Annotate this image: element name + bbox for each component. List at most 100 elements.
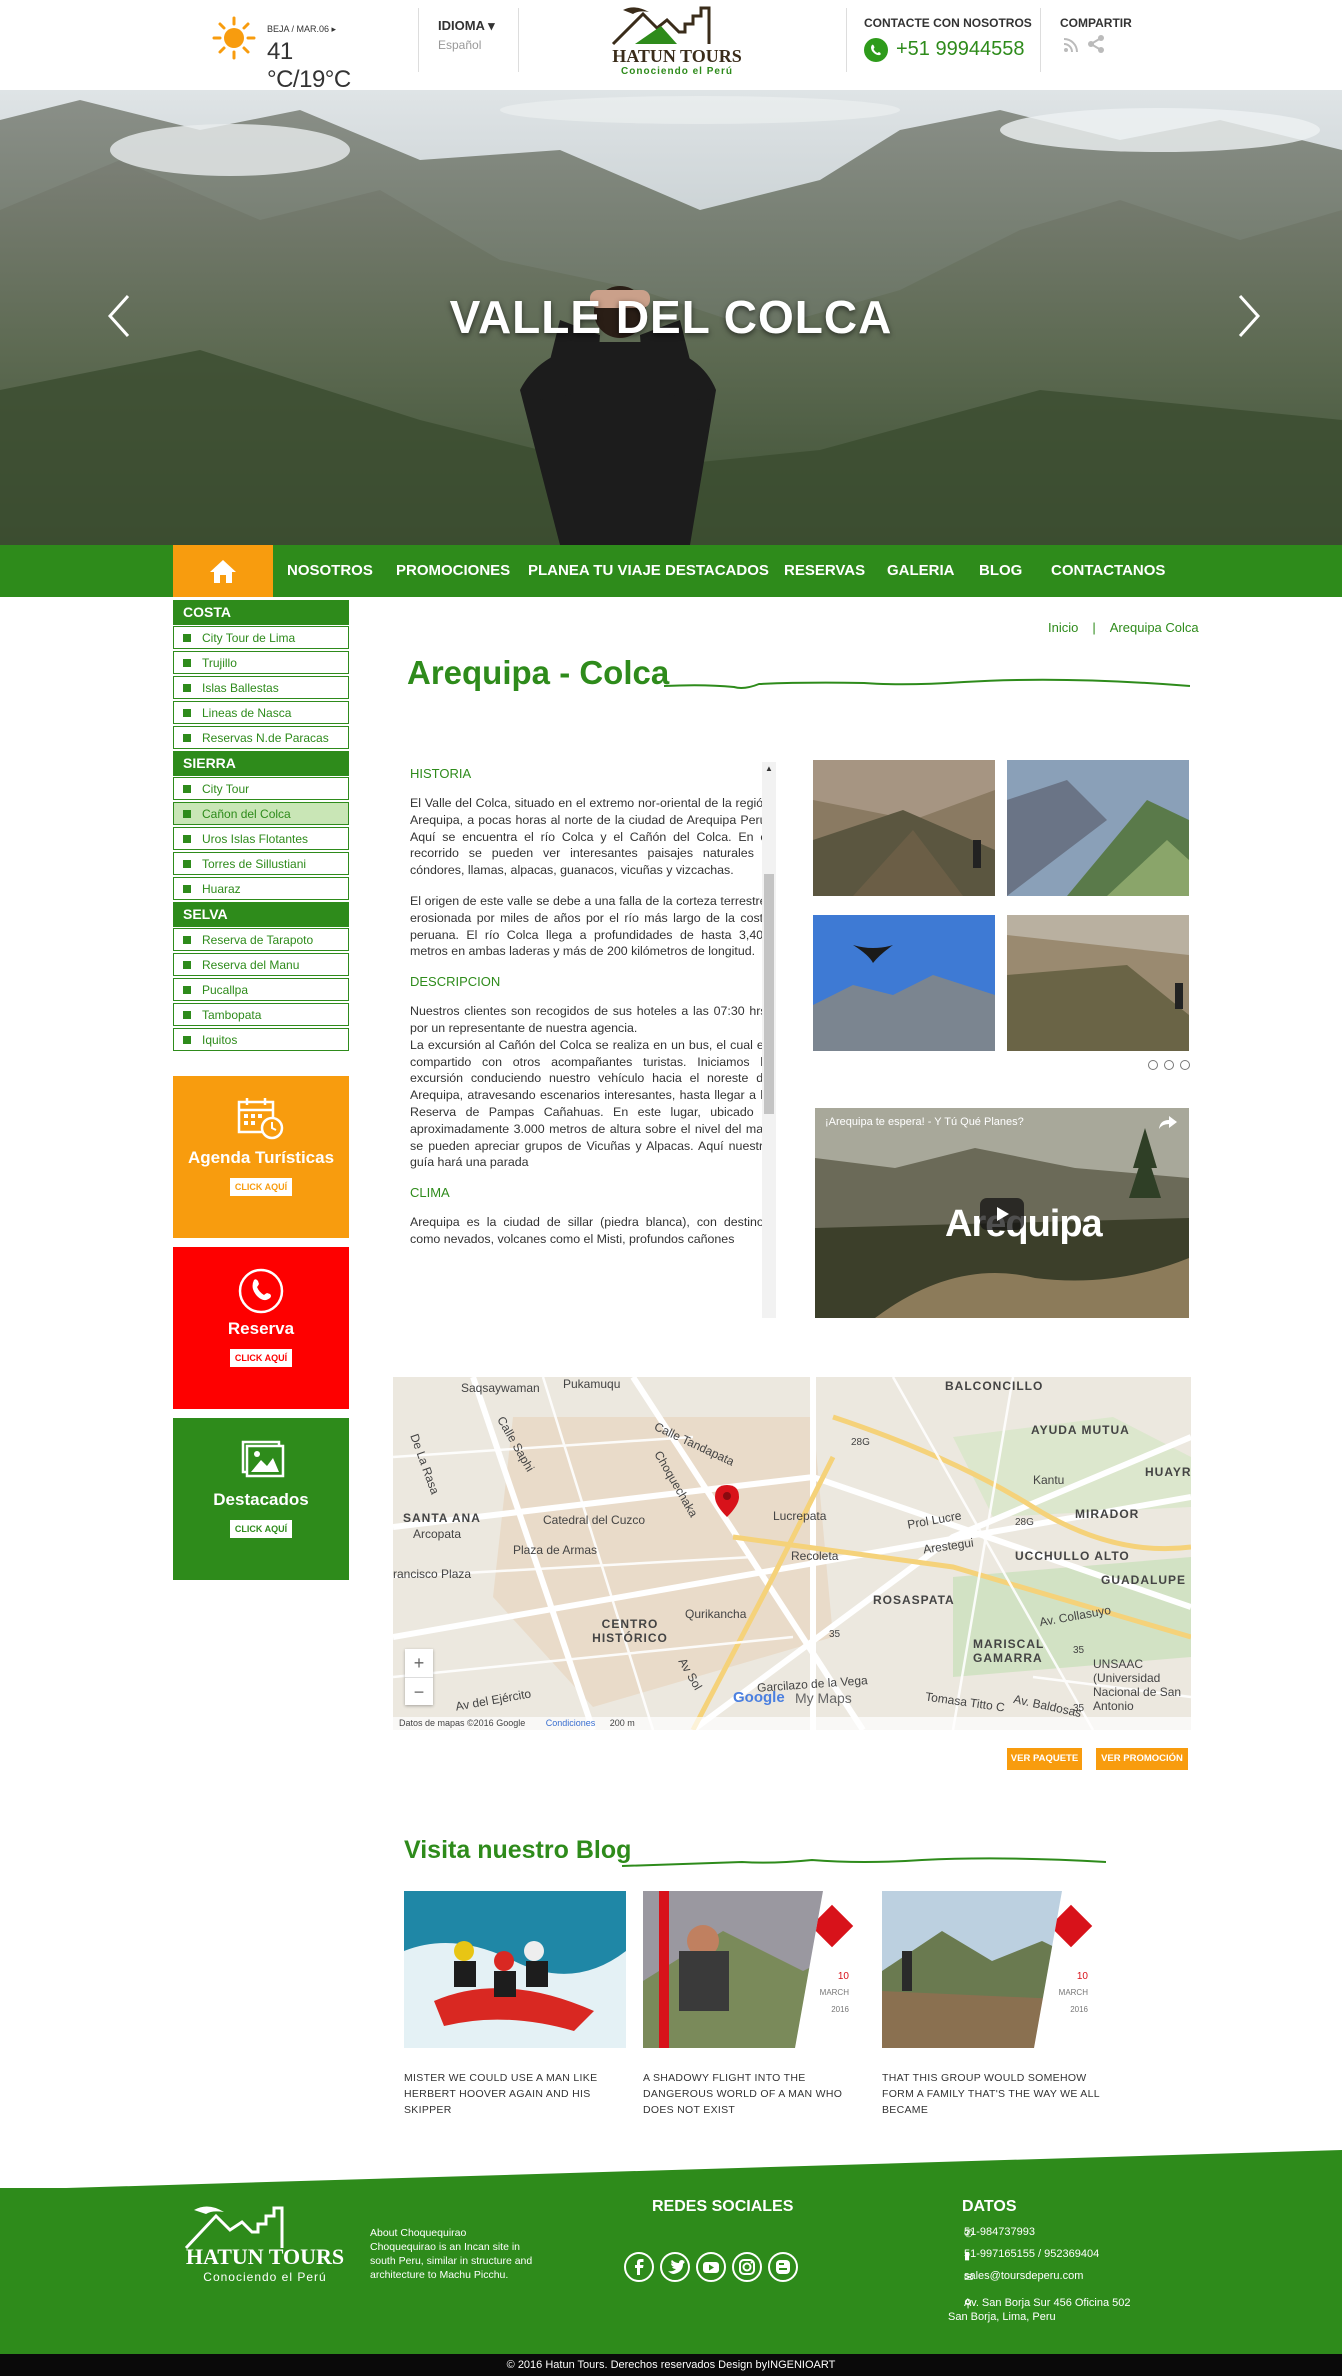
footer-phone: ✆ 51-984737993 (964, 2226, 1035, 2240)
sidebar-group-selva[interactable]: SELVA (173, 902, 349, 927)
blog-post-year: 2016 (1070, 2005, 1088, 2014)
video-player[interactable]: ¡Arequipa te espera! - Y Tú Qué Planes? … (815, 1108, 1189, 1318)
footer-data-title: DATOS (962, 2198, 1017, 2215)
gallery-thumbnail[interactable] (1007, 760, 1189, 896)
facebook-icon[interactable] (624, 2252, 654, 2282)
chevron-left-icon[interactable] (100, 286, 140, 346)
nav-item-blog[interactable]: BLOG (979, 545, 1022, 597)
nav-item-galeria[interactable]: GALERIA (887, 545, 955, 597)
weather-temperature: 41 °C/19°C (267, 38, 351, 93)
breadcrumb-home[interactable]: Inicio (1048, 620, 1078, 635)
map-terms-link[interactable]: Condiciones (546, 1718, 596, 1728)
contact-phone[interactable]: +51 99944558 (864, 36, 1034, 64)
youtube-icon[interactable] (696, 2252, 726, 2282)
share-icon[interactable] (1086, 34, 1106, 54)
sidebar-item[interactable]: Huaraz (173, 877, 349, 900)
bullet (183, 634, 191, 642)
bullet (183, 885, 191, 893)
sidebar-item-active[interactable]: Cañon del Colca (173, 802, 349, 825)
chevron-right-icon[interactable] (1228, 286, 1268, 346)
nav-item-nosotros[interactable]: NOSOTROS (287, 545, 373, 597)
promo-button[interactable]: CLICK AQUÍ (230, 1178, 292, 1196)
sidebar-item[interactable]: City Tour (173, 777, 349, 800)
pagination-dot[interactable] (1164, 1060, 1174, 1070)
map-label: ROSASPATA (873, 1593, 955, 1607)
scrollbar-thumb[interactable] (764, 874, 774, 1114)
blog-post-caption: A SHADOWY FLIGHT INTO THE DANGEROUS WORL… (643, 2072, 843, 2116)
share-arrow-icon[interactable] (1159, 1116, 1177, 1130)
nav-item-planea-tu-viaje[interactable]: PLANEA TU VIAJE (528, 545, 661, 597)
sidebar-item[interactable]: Torres de Sillustiani (173, 852, 349, 875)
nav-home[interactable] (173, 545, 273, 597)
play-icon[interactable] (980, 1198, 1024, 1230)
promo-destacados[interactable]: Destacados CLICK AQUÍ (173, 1418, 349, 1580)
gallery-thumbnail[interactable] (813, 915, 995, 1051)
sidebar-item[interactable]: Iquitos (173, 1028, 349, 1051)
share-block: COMPARTIR (1060, 16, 1132, 53)
gallery-thumbnail[interactable] (1007, 915, 1189, 1051)
map-pin-icon[interactable] (715, 1485, 739, 1517)
weather-widget: BEJA / MAR.06 ▸ 41 °C/19°C (212, 16, 372, 93)
share-label: COMPARTIR (1060, 16, 1132, 30)
blog-title: Visita nuestro Blog (404, 1836, 632, 1864)
zoom-out-button[interactable]: − (405, 1677, 433, 1705)
sidebar-item[interactable]: Reservas N.de Paracas (173, 726, 349, 749)
view-promotion-button[interactable]: VER PROMOCIÓN (1096, 1748, 1188, 1770)
promo-agenda[interactable]: Agenda Turísticas CLICK AQUÍ (173, 1076, 349, 1238)
sidebar-item[interactable]: Reserva de Tarapoto (173, 928, 349, 951)
blog-post[interactable]: 10 MARCH 2016 A SHADOWY FLIGHT INTO THE … (643, 1891, 865, 2118)
location-map[interactable]: Saqsaywaman Pukamuqu BALCONCILLO AYUDA M… (393, 1377, 1191, 1730)
sidebar-item[interactable]: Tambopata (173, 1003, 349, 1026)
bullet (183, 860, 191, 868)
contact-block: CONTACTE CON NOSOTROS +51 99944558 (864, 16, 1032, 62)
nav-item-reservas[interactable]: RESERVAS (784, 545, 865, 597)
bullet (183, 709, 191, 717)
twitter-icon[interactable] (660, 2252, 690, 2282)
scroll-up-icon[interactable]: ▲ (762, 762, 776, 776)
blogger-icon[interactable] (768, 2252, 798, 2282)
footer-email[interactable]: ✉ sales@toursdeperu.com (948, 2270, 1083, 2284)
divider (518, 8, 519, 72)
sidebar-item[interactable]: Lineas de Nasca (173, 701, 349, 724)
gallery-thumbnail[interactable] (813, 760, 995, 896)
nav-item-promociones[interactable]: PROMOCIONES (396, 545, 510, 597)
video-title: ¡Arequipa te espera! - Y Tú Qué Planes? (825, 1116, 1024, 1128)
promo-reserva[interactable]: Reserva CLICK AQUÍ (173, 1247, 349, 1409)
instagram-icon[interactable] (732, 2252, 762, 2282)
sidebar-group-costa[interactable]: COSTA (173, 600, 349, 625)
scrollbar[interactable]: ▲ (762, 762, 776, 1318)
nav-item-destacados[interactable]: DESTACADOS (665, 545, 769, 597)
map-scale: 200 m (609, 1718, 635, 1728)
language-selector[interactable]: IDIOMA ▾ Español (438, 18, 495, 52)
sidebar-item[interactable]: Pucallpa (173, 978, 349, 1001)
footer-logo-name: HATUN TOURS (185, 2244, 345, 2269)
promo-button[interactable]: CLICK AQUÍ (230, 1349, 292, 1367)
promo-button[interactable]: CLICK AQUÍ (230, 1520, 292, 1538)
sidebar-item[interactable]: Uros Islas Flotantes (173, 827, 349, 850)
share-icons (1060, 34, 1120, 58)
sidebar-group-sierra[interactable]: SIERRA (173, 751, 349, 776)
sidebar-item[interactable]: Islas Ballestas (173, 676, 349, 699)
copyright-bar: © 2016 Hatun Tours. Derechos reservados … (0, 2354, 1342, 2376)
sidebar-item[interactable]: City Tour de Lima (173, 626, 349, 649)
blog-post[interactable]: 10 MARCH 2016 THAT THIS GROUP WOULD SOME… (882, 1891, 1104, 2118)
rss-icon[interactable] (1062, 36, 1080, 54)
calendar-clock-icon (237, 1098, 284, 1140)
site-logo[interactable]: HATUN TOURS Conociendo el Perú (605, 4, 745, 82)
mobile-icon: ▮ (964, 2250, 971, 2262)
nav-item-contactanos[interactable]: CONTACTANOS (1051, 545, 1165, 597)
pagination-dot[interactable] (1148, 1060, 1158, 1070)
logo-tagline: Conociendo el Perú (621, 66, 733, 77)
view-package-button[interactable]: VER PAQUETE (1007, 1748, 1082, 1770)
whatsapp-icon (864, 38, 888, 62)
zoom-in-button[interactable]: + (405, 1649, 433, 1677)
description-scrollbox[interactable]: HISTORIA El Valle del Colca, situado en … (404, 762, 776, 1318)
blog-post-caption: MISTER WE COULD USE A MAN LIKE HERBERT H… (404, 2072, 598, 2116)
sidebar-item[interactable]: Reserva del Manu (173, 953, 349, 976)
sidebar-item[interactable]: Trujillo (173, 651, 349, 674)
blog-post-caption: THAT THIS GROUP WOULD SOMEHOW FORM A FAM… (882, 2072, 1100, 2116)
blog-post[interactable]: MISTER WE COULD USE A MAN LIKE HERBERT H… (404, 1891, 626, 2118)
pagination-dot[interactable] (1180, 1060, 1190, 1070)
blog-post-image: 10 MARCH 2016 (882, 1891, 1104, 2048)
bullet (183, 936, 191, 944)
